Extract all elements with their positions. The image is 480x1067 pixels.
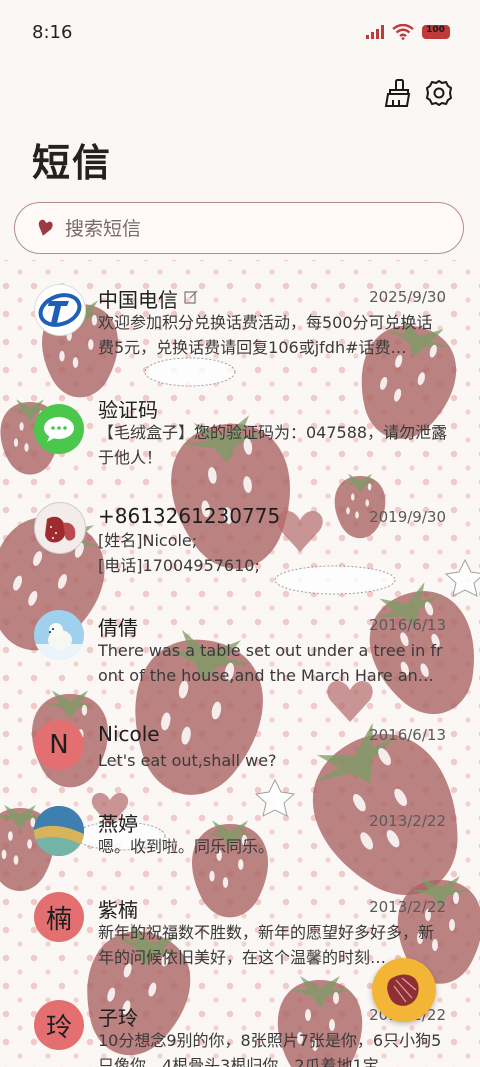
message-preview: 10分想念9别的你，8张照片7张是你，6只小狗5只像你，4根骨头3根归你，2爪着… (98, 1031, 442, 1067)
search-input[interactable] (63, 213, 447, 245)
wifi-icon (392, 24, 414, 40)
contact-name: +8613261230775 (98, 504, 281, 528)
conversation-item[interactable]: 中国电信 2025/9/30 欢迎参加积分兑换话费活动，每500分可兑换话费5元… (0, 278, 480, 398)
message-date: 2013/2/22 (369, 898, 446, 916)
contact-name: 验证码 (98, 398, 158, 422)
message-preview: 嗯。收到啦。同乐同乐。 (98, 837, 275, 856)
letter-avatar: 玲 (34, 1000, 84, 1050)
status-bar: 8:16 100 (0, 0, 480, 68)
message-preview: 欢迎参加积分兑换话费活动，每500分可兑换话费5元，兑换话费请回复106或jfd… (98, 313, 433, 357)
search-bar[interactable] (14, 202, 464, 254)
heart-search-icon (38, 219, 53, 236)
conversation-item[interactable]: 验证码 【毛绒盒子】您的验证码为：047588，请勿泄露于他人！ › (0, 394, 480, 514)
settings-button[interactable] (424, 78, 460, 114)
edit-icon (184, 290, 198, 304)
sea-photo-avatar-icon (34, 806, 84, 856)
page-title: 短信 (32, 141, 113, 185)
clean-button[interactable] (382, 78, 418, 114)
strawberry-icon (387, 974, 419, 1006)
brush-icon (384, 79, 411, 107)
status-icons: 100 (366, 24, 450, 40)
polar-bear-avatar-icon (34, 610, 84, 660)
battery-icon: 100 (422, 25, 450, 39)
chevron-right-icon: › (436, 418, 444, 442)
message-preview: 【毛绒盒子】您的验证码为：047588，请勿泄露于他人！ (98, 423, 448, 467)
message-preview: [姓名]Nicole; [电话]17004957610; (98, 531, 260, 575)
message-date: 2019/9/30 (369, 508, 446, 526)
contact-name: 燕婷 (98, 812, 138, 836)
china-telecom-logo-icon (34, 284, 86, 336)
letter-avatar: 楠 (34, 892, 84, 942)
message-preview: Let's eat out,shall we? (98, 751, 277, 770)
contact-name: 子玲 (98, 1006, 138, 1030)
contact-name: 倩倩 (98, 616, 138, 640)
battery-level: 100 (426, 25, 445, 35)
conversation-item[interactable]: 倩倩 2016/6/13 There was a table set out u… (0, 610, 480, 730)
status-time: 8:16 (32, 22, 73, 43)
message-date: 2013/2/22 (369, 812, 446, 830)
message-preview: There was a table set out under a tree i… (98, 641, 443, 685)
message-date: 2016/6/13 (369, 726, 446, 744)
new-message-button[interactable] (372, 958, 436, 1022)
conversation-item[interactable]: +8613261230775 2019/9/30 [姓名]Nicole; [电话… (0, 502, 480, 622)
strawberry-avatar-icon (34, 502, 86, 554)
cellular-signal-icon (366, 25, 384, 39)
contact-name: 紫楠 (98, 898, 138, 922)
message-date: 2025/9/30 (369, 288, 446, 306)
message-date: 2016/6/13 (369, 616, 446, 634)
letter-avatar: N (34, 720, 84, 770)
gear-icon (426, 80, 452, 106)
contact-name: 中国电信 (98, 288, 178, 312)
sms-bubble-icon (34, 404, 84, 454)
contact-name: Nicole (98, 722, 160, 746)
